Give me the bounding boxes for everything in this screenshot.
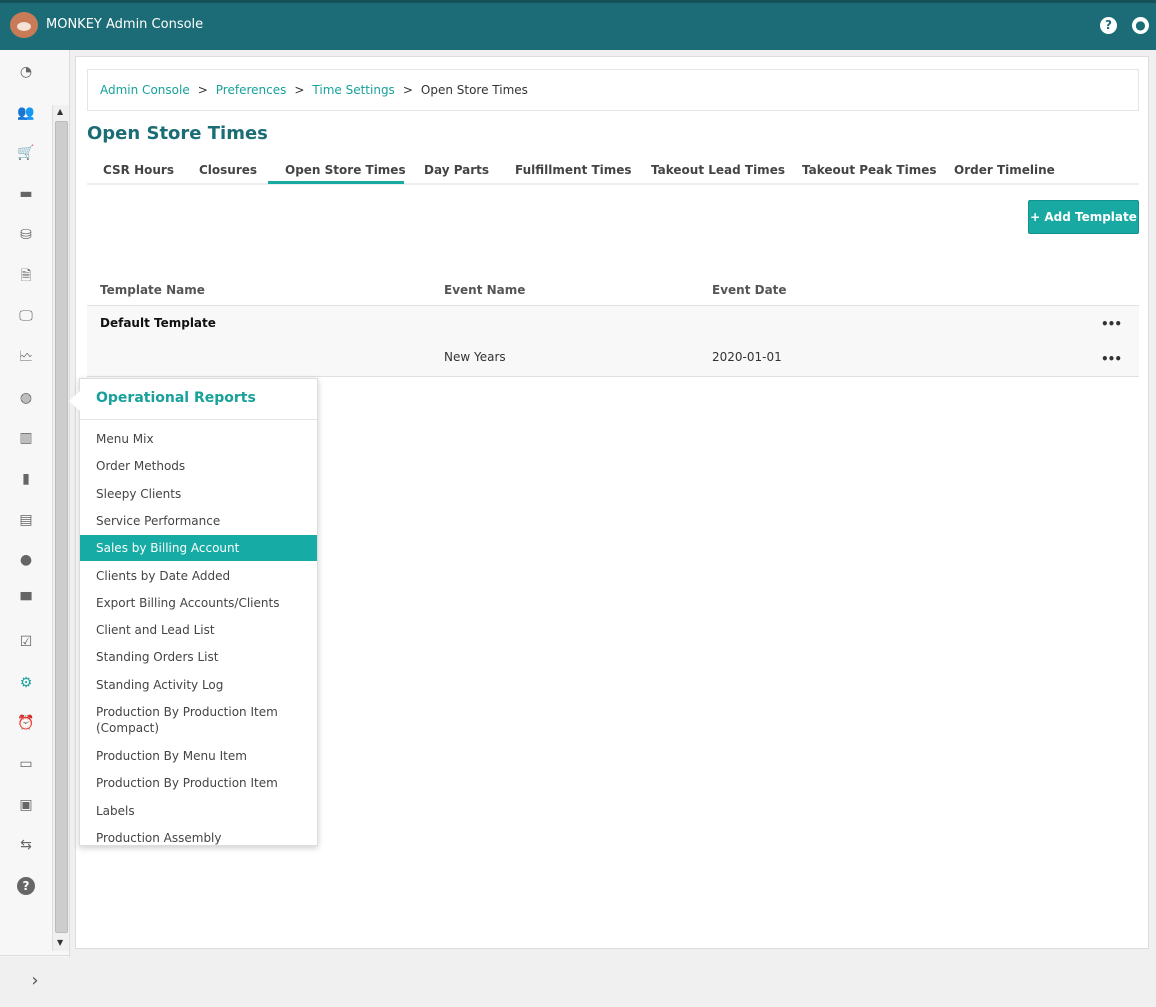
sidebar-scrollbar[interactable]: ▲ ▼ — [52, 105, 69, 951]
person-icon[interactable]: ● — [17, 551, 35, 569]
report-menu-item[interactable]: Production By Production Item (Compact) — [80, 699, 317, 741]
report-menu-item[interactable]: Clients by Date Added — [80, 563, 317, 589]
tab-bar: CSR Hours Closures Open Store Times Day … — [87, 160, 1139, 185]
table-bottom-divider — [87, 376, 1139, 377]
gear-icon[interactable]: ⚙ — [17, 674, 35, 692]
user-icon[interactable]: ● — [1132, 17, 1149, 34]
breadcrumb-admin-console[interactable]: Admin Console — [100, 83, 190, 97]
cart-icon[interactable]: 🛒 — [17, 144, 35, 162]
scroll-up-icon[interactable]: ▲ — [57, 107, 63, 116]
breadcrumb: Admin Console > Preferences > Time Settings >… — [87, 69, 1139, 111]
report-menu-item[interactable]: Service Performance — [80, 508, 317, 534]
page-title: Open Store Times — [87, 123, 268, 144]
coins-icon[interactable]: ⛁ — [17, 226, 35, 244]
expand-sidebar-button[interactable]: › — [0, 955, 70, 1007]
sidebar: ▲ ▼ › ◔ 👥 🛒 ▬ ⛁ 🗎 🖵 🗠 ◍ ▥ ▮ ▤ ● ▀ ☑ ⚙ ⏰ ▭ ▣ ⇆? — [0, 50, 70, 991]
column-event-name[interactable]: Event Name — [444, 283, 525, 297]
column-event-date[interactable]: Event Date — [712, 283, 787, 297]
report-menu-item[interactable]: Standing Activity Log — [80, 672, 317, 698]
report-bar-icon[interactable]: ▥ — [17, 429, 35, 447]
tab-order-timeline[interactable]: Order Timeline — [954, 163, 1055, 177]
report-menu-item[interactable]: Labels — [80, 798, 317, 824]
transfer-icon[interactable]: ⇆ — [17, 836, 35, 854]
help-icon[interactable]: ? — [1100, 17, 1117, 34]
tab-open-store-times[interactable]: Open Store Times — [268, 163, 406, 184]
tab-csr-hours[interactable]: CSR Hours — [103, 163, 174, 177]
report-menu-item[interactable]: Production By Production Item — [80, 770, 317, 796]
flyout-arrow — [69, 391, 80, 411]
breadcrumb-current: Open Store Times — [420, 83, 528, 97]
tab-day-parts[interactable]: Day Parts — [424, 163, 489, 177]
column-template-name[interactable]: Template Name — [100, 283, 205, 297]
monkey-logo — [10, 12, 38, 38]
row-menu-button[interactable]: ••• — [1101, 317, 1122, 331]
breadcrumb-time-settings[interactable]: Time Settings — [312, 83, 394, 97]
scrollbar-thumb[interactable] — [55, 121, 68, 933]
report-menu-item[interactable]: Export Billing Accounts/Clients — [80, 590, 317, 616]
operational-reports-flyout: Operational Reports Menu Mix Order Method… — [69, 378, 318, 846]
breadcrumb-preferences[interactable]: Preferences — [216, 83, 287, 97]
analytics-icon[interactable]: ▮ — [17, 470, 35, 488]
checklist-icon[interactable]: ☑ — [17, 633, 35, 651]
flyout-title: Operational Reports — [96, 390, 256, 406]
report-menu-item[interactable]: Production By Menu Item — [80, 743, 317, 769]
table-row-group — [87, 306, 1139, 376]
template-name-cell: Default Template — [100, 316, 216, 330]
users-icon[interactable]: 👥 — [17, 104, 35, 122]
catalog-icon[interactable]: ▤ — [17, 511, 35, 529]
help-icon[interactable]: ? — [17, 877, 35, 895]
devices-icon[interactable]: ▭ — [17, 755, 35, 773]
event-date-cell: 2020-01-01 — [712, 350, 782, 364]
report-menu-item[interactable]: Sales by Billing Account — [80, 535, 317, 562]
report-menu-item[interactable]: Client and Lead List — [80, 617, 317, 643]
app-header: MONKEY Admin Console ? ● — [0, 0, 1156, 50]
invoice-icon[interactable]: 🗎 — [17, 267, 35, 285]
report-menu-item[interactable]: Sleepy Clients — [80, 481, 317, 507]
flyout-divider — [80, 419, 317, 420]
report-menu-item[interactable]: Production Assembly — [80, 825, 317, 851]
tab-takeout-lead-times[interactable]: Takeout Lead Times — [651, 163, 785, 177]
event-name-cell: New Years — [444, 350, 506, 364]
store-icon[interactable]: ▀ — [17, 592, 35, 610]
tab-fulfillment-times[interactable]: Fulfillment Times — [515, 163, 632, 177]
app-title: MONKEY Admin Console — [46, 17, 204, 32]
tab-takeout-peak-times[interactable]: Takeout Peak Times — [802, 163, 937, 177]
report-menu-item[interactable]: Menu Mix — [80, 426, 317, 452]
dashboard-icon[interactable]: ◔ — [17, 63, 35, 81]
credit-card-icon[interactable]: ▬ — [17, 185, 35, 203]
report-menu-item[interactable]: Standing Orders List — [80, 644, 317, 670]
scroll-down-icon[interactable]: ▼ — [57, 938, 63, 947]
monitor-icon[interactable]: 🖵 — [17, 307, 35, 325]
tab-closures[interactable]: Closures — [199, 163, 257, 177]
report-menu-item[interactable]: Order Methods — [80, 453, 317, 479]
contact-icon[interactable]: ▣ — [17, 796, 35, 814]
add-template-button[interactable]: + Add Template — [1028, 200, 1139, 234]
report-pie-icon[interactable]: ◍ — [17, 389, 35, 407]
alarm-icon[interactable]: ⏰ — [17, 714, 35, 732]
row-menu-button[interactable]: ••• — [1101, 352, 1122, 366]
report-chart-icon[interactable]: 🗠 — [17, 348, 35, 366]
